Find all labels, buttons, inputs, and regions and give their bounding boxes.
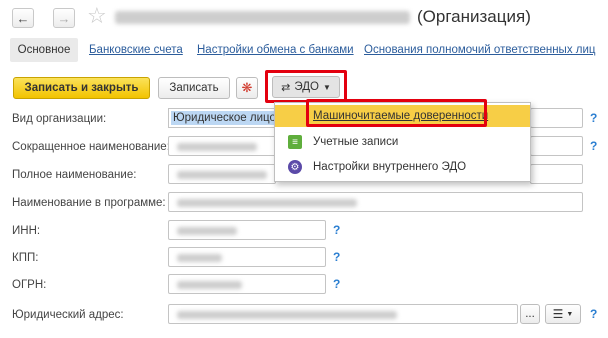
kpp-redacted [177, 254, 222, 262]
help-icon[interactable]: ? [333, 277, 340, 291]
short-name-label: Сокращенное наименование: [12, 141, 170, 153]
inn-label: ИНН: [12, 225, 41, 237]
full-name-label: Полное наименование: [12, 169, 137, 181]
chevron-down-icon: ▼ [566, 310, 574, 318]
structure-icon-button[interactable]: ❋ [236, 77, 258, 99]
edo-icon: ⇄ [281, 81, 291, 94]
short-name-field-tail[interactable] [530, 136, 583, 156]
help-icon[interactable]: ? [333, 250, 340, 264]
menu-item-accounts[interactable]: ≡ Учетные записи [275, 131, 530, 153]
address-menu-button[interactable]: ☰ ▼ [545, 304, 581, 324]
settings-edo-icon: ⚙ [288, 160, 302, 174]
org-type-value: Юридическое лицо [171, 111, 278, 125]
forward-button[interactable]: → [53, 8, 75, 28]
chevron-down-icon: ▼ [322, 82, 331, 92]
menu-item-highlight-frame [306, 99, 487, 127]
org-type-label: Вид организации: [12, 113, 107, 125]
tab-bank-accounts[interactable]: Банковские счета [89, 44, 183, 56]
menu-item-label: Учетные записи [313, 136, 399, 148]
menu-item-label: Настройки внутреннего ЭДО [313, 161, 467, 173]
program-name-redacted [177, 199, 357, 207]
full-name-redacted [177, 171, 267, 179]
edo-button[interactable]: ⇄ ЭДО ▼ [272, 76, 340, 98]
arrow-right-icon: → [57, 10, 71, 26]
window-title: (Организация) [417, 7, 531, 26]
ogrn-label: ОГРН: [12, 279, 47, 291]
hierarchy-icon: ❋ [241, 80, 253, 95]
menu-lines-icon: ☰ [552, 307, 564, 321]
short-name-field[interactable] [168, 136, 276, 156]
program-name-field[interactable] [168, 192, 583, 212]
ogrn-field[interactable] [168, 274, 326, 294]
org-type-field-tail[interactable] [530, 108, 583, 128]
back-button[interactable]: ← [12, 8, 34, 28]
help-icon[interactable]: ? [333, 223, 340, 237]
kpp-label: КПП: [12, 252, 39, 264]
arrow-left-icon: ← [16, 10, 30, 26]
tab-main[interactable]: Основное [10, 38, 78, 62]
edo-button-label: ЭДО [294, 81, 319, 93]
address-select-button[interactable]: ... [520, 304, 540, 324]
favorite-star-icon[interactable]: ☆ [87, 3, 107, 29]
save-and-close-button[interactable]: Записать и закрыть [13, 77, 150, 99]
organization-name-redacted [115, 11, 410, 24]
kpp-field[interactable] [168, 247, 326, 267]
help-icon[interactable]: ? [590, 139, 597, 153]
help-icon[interactable]: ? [590, 111, 597, 125]
inn-field[interactable] [168, 220, 326, 240]
save-button[interactable]: Записать [158, 77, 230, 99]
inn-redacted [177, 227, 237, 235]
program-name-label: Наименование в программе: [12, 197, 166, 209]
legal-address-field[interactable] [168, 304, 518, 324]
short-name-redacted [177, 143, 257, 151]
tab-bank-exchange-settings[interactable]: Настройки обмена с банками [197, 44, 354, 56]
org-type-field[interactable]: Юридическое лицо [168, 108, 278, 128]
full-name-field[interactable] [168, 164, 276, 184]
tab-authority-grounds[interactable]: Основания полномочий ответственных лиц [364, 44, 608, 56]
legal-address-redacted [177, 311, 397, 319]
ogrn-redacted [177, 281, 242, 289]
menu-item-internal-edo-settings[interactable]: ⚙ Настройки внутреннего ЭДО [275, 156, 530, 178]
accounts-icon: ≡ [288, 135, 302, 149]
full-name-field-tail[interactable] [530, 164, 583, 184]
help-icon[interactable]: ? [590, 307, 597, 321]
legal-address-label: Юридический адрес: [12, 309, 124, 321]
